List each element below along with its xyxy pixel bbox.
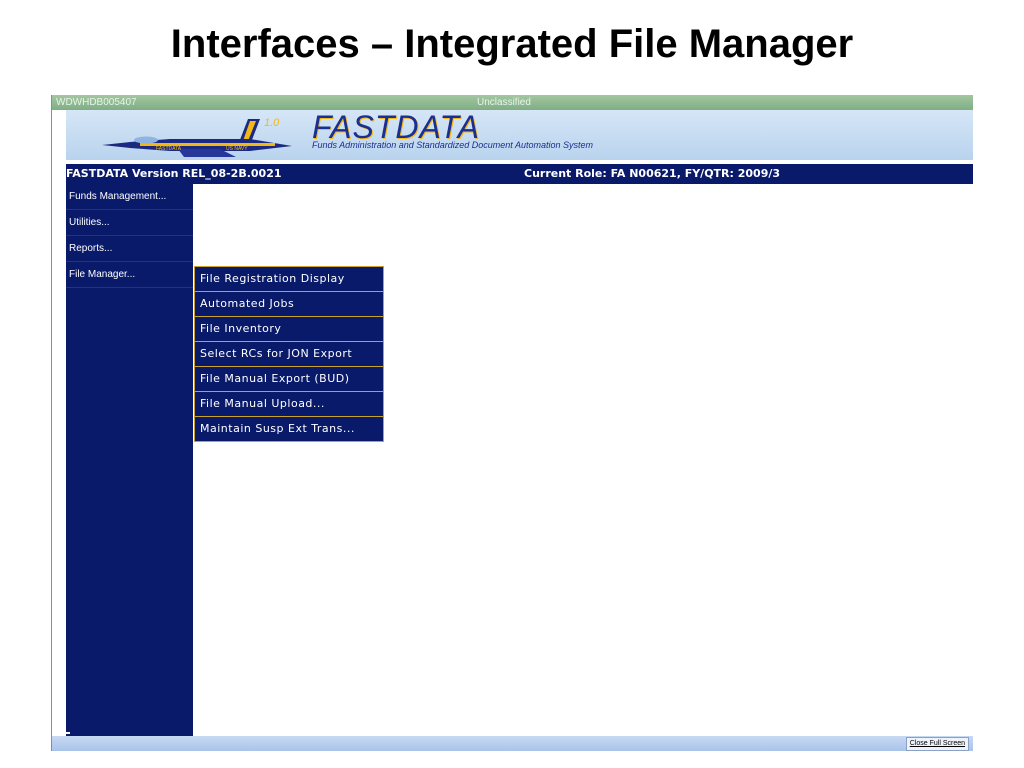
window-id: WDWHDB005407 bbox=[56, 97, 137, 108]
app-window: WDWHDB005407 Unclassified 1.0 FASTDATA U… bbox=[51, 95, 973, 751]
brand-subtitle: Funds Administration and Standardized Do… bbox=[312, 140, 593, 150]
role-label: Current Role: FA N00621, FY/QTR: 2009/3 bbox=[524, 167, 781, 180]
sidebar-item-funds-management[interactable]: Funds Management... bbox=[66, 184, 193, 210]
blue-angels-jet-logo: 1.0 FASTDATA US NAVY bbox=[102, 117, 292, 157]
bottom-bar: Close Full Screen bbox=[52, 736, 973, 751]
submenu-item-file-registration-display[interactable]: File Registration Display bbox=[195, 267, 383, 292]
submenu-item-select-rcs-jon-export[interactable]: Select RCs for JON Export bbox=[195, 342, 383, 367]
sidebar-item-utilities[interactable]: Utilities... bbox=[66, 210, 193, 236]
slide-title: Interfaces – Integrated File Manager bbox=[170, 22, 854, 66]
submenu-item-file-manual-export[interactable]: File Manual Export (BUD) bbox=[195, 367, 383, 392]
close-full-screen-button[interactable]: Close Full Screen bbox=[905, 737, 969, 751]
jet-label-left: FASTDATA bbox=[156, 146, 182, 152]
submenu-item-automated-jobs[interactable]: Automated Jobs bbox=[195, 292, 383, 317]
version-badge: 1.0 bbox=[264, 117, 280, 129]
window-titlebar: WDWHDB005407 Unclassified bbox=[52, 95, 973, 110]
sidebar-marker bbox=[66, 732, 70, 734]
app-banner: 1.0 FASTDATA US NAVY FASTDATA Funds Admi… bbox=[66, 109, 973, 160]
sidebar-item-file-manager[interactable]: File Manager... bbox=[66, 262, 193, 288]
submenu-item-file-manual-upload[interactable]: File Manual Upload... bbox=[195, 392, 383, 417]
sidebar-item-reports[interactable]: Reports... bbox=[66, 236, 193, 262]
submenu-item-file-inventory[interactable]: File Inventory bbox=[195, 317, 383, 342]
submenu-item-maintain-susp-ext-trans[interactable]: Maintain Susp Ext Trans... bbox=[195, 417, 383, 441]
jet-label-right: US NAVY bbox=[226, 146, 248, 152]
file-manager-submenu: File Registration Display Automated Jobs… bbox=[194, 266, 384, 442]
classification-label: Unclassified bbox=[477, 97, 531, 108]
jet-canopy bbox=[134, 136, 158, 144]
sidebar-menu: Funds Management... Utilities... Reports… bbox=[66, 184, 193, 736]
version-label: FASTDATA Version REL_08-2B.0021 bbox=[66, 167, 282, 180]
status-bar: FASTDATA Version REL_08-2B.0021 Current … bbox=[66, 164, 973, 184]
